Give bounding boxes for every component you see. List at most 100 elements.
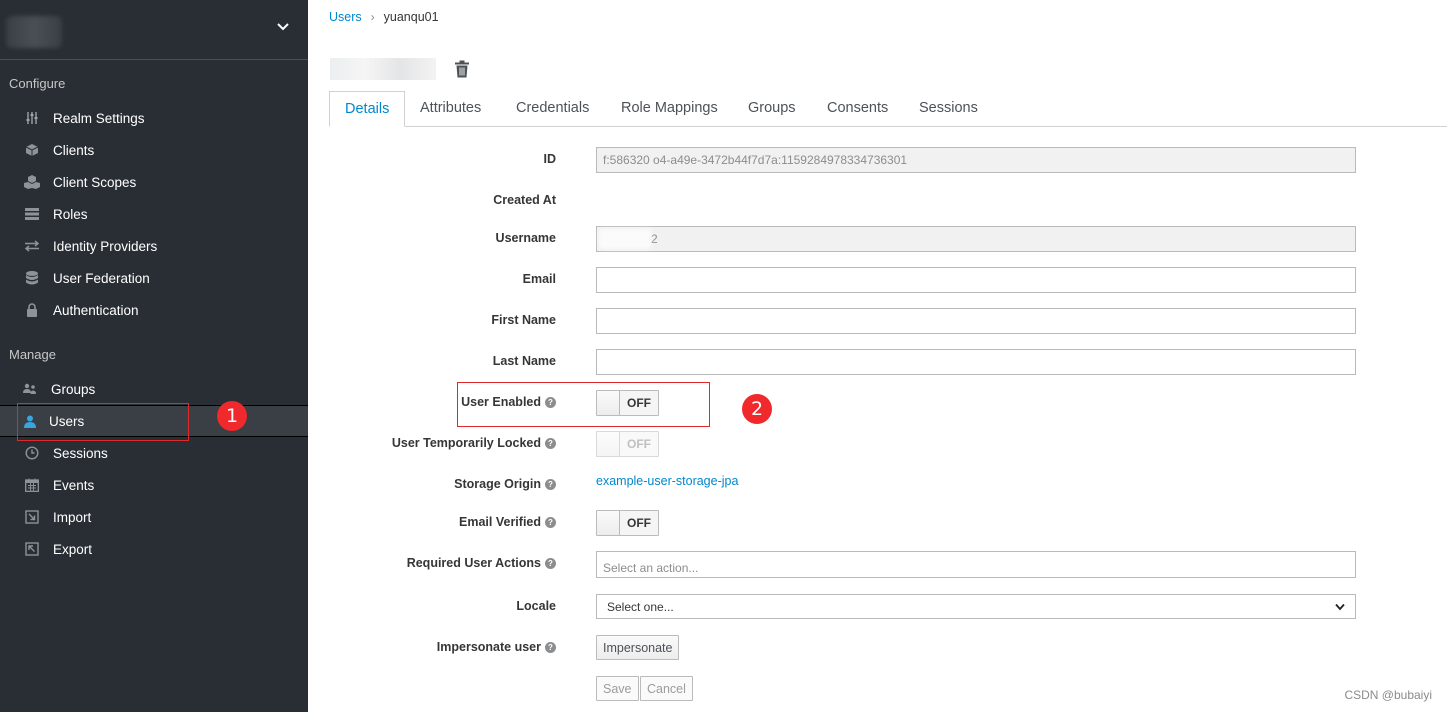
- temp-locked-label-text: User Temporarily Locked: [391, 436, 541, 450]
- export-icon: [24, 541, 40, 557]
- sidebar-item-roles[interactable]: Roles: [0, 198, 308, 230]
- calendar-icon: [24, 477, 40, 493]
- storage-origin-label-text: Storage Origin: [454, 477, 541, 491]
- sidebar-item-clients[interactable]: Clients: [0, 134, 308, 166]
- email-field[interactable]: [596, 267, 1356, 293]
- help-icon[interactable]: ?: [545, 516, 556, 528]
- sidebar-item-label: Import: [53, 509, 92, 525]
- help-icon[interactable]: ?: [545, 641, 556, 653]
- locale-label: Locale: [516, 599, 556, 613]
- required-actions-label: Required User Actions ?: [407, 556, 556, 570]
- tab-credentials[interactable]: Credentials: [501, 91, 604, 127]
- sidebar-item-groups[interactable]: Groups: [0, 373, 308, 405]
- sidebar-item-label: Client Scopes: [53, 174, 137, 190]
- breadcrumb: Users › yuanqu01: [329, 10, 439, 24]
- sidebar-item-label: Events: [53, 477, 95, 493]
- tab-sessions[interactable]: Sessions: [904, 91, 993, 127]
- watermark: CSDN @bubaiyi: [1344, 688, 1432, 702]
- email-verified-toggle[interactable]: OFF: [596, 510, 659, 536]
- impersonate-label: Impersonate user ?: [437, 640, 556, 654]
- main-content: Users › yuanqu01 Details Attributes Cred…: [308, 0, 1447, 712]
- username-field: 2: [596, 226, 1356, 252]
- email-verified-label: Email Verified ?: [459, 515, 556, 529]
- sidebar-item-label: Sessions: [53, 445, 108, 461]
- first-name-label: First Name: [491, 313, 556, 327]
- breadcrumb-users-link[interactable]: Users: [329, 10, 362, 24]
- impersonate-label-text: Impersonate user: [436, 640, 541, 654]
- required-actions-input[interactable]: Select an action...: [596, 551, 1356, 578]
- sidebar-item-sessions[interactable]: Sessions: [0, 437, 308, 469]
- first-name-field[interactable]: [596, 308, 1356, 334]
- impersonate-button[interactable]: Impersonate: [596, 635, 680, 660]
- id-label: ID: [543, 152, 557, 166]
- sidebar-item-label: User Federation: [53, 270, 150, 286]
- chevron-down-icon[interactable]: [276, 20, 290, 34]
- tab-attributes[interactable]: Attributes: [405, 91, 496, 127]
- sliders-icon: [24, 110, 40, 126]
- exchange-icon: [24, 238, 40, 254]
- database-icon: [24, 270, 40, 286]
- required-actions-label-text: Required User Actions: [406, 556, 541, 570]
- sidebar-item-client-scopes[interactable]: Client Scopes: [0, 166, 308, 198]
- chevron-down-icon: [1335, 603, 1345, 610]
- tab-details[interactable]: Details: [329, 91, 406, 127]
- locale-selected-value: Select one...: [607, 599, 674, 614]
- help-icon[interactable]: ?: [545, 557, 556, 569]
- id-field: f:586320 o4-a49e-3472b44f7d7a:1159284978…: [596, 147, 1356, 173]
- sidebar-item-label: Roles: [53, 206, 88, 222]
- sidebar-item-label: Groups: [51, 381, 96, 397]
- sidebar-item-export[interactable]: Export: [0, 533, 308, 565]
- sidebar-item-label: Realm Settings: [53, 110, 145, 126]
- realm-selector[interactable]: [0, 0, 308, 60]
- realm-name-blurred: [6, 16, 62, 48]
- tab-role-mappings[interactable]: Role Mappings: [606, 91, 733, 127]
- annotation-marker-2: 2: [742, 394, 772, 424]
- sidebar-item-label: Identity Providers: [53, 238, 158, 254]
- last-name-field[interactable]: [596, 349, 1356, 375]
- sidebar-item-import[interactable]: Import: [0, 501, 308, 533]
- sidebar-item-label: Clients: [53, 142, 95, 158]
- help-icon[interactable]: ?: [545, 437, 556, 449]
- users-icon: [22, 381, 38, 397]
- trash-icon[interactable]: [454, 60, 470, 78]
- annotation-box-user-enabled: [457, 382, 710, 427]
- breadcrumb-separator-icon: ›: [370, 10, 375, 24]
- created-at-label: Created At: [493, 193, 556, 207]
- save-button[interactable]: Save: [596, 676, 639, 701]
- sidebar: Configure Realm Settings Clients Client …: [0, 0, 308, 712]
- annotation-box-users: [17, 403, 189, 441]
- tab-groups[interactable]: Groups: [733, 91, 811, 127]
- username-label: Username: [495, 231, 556, 245]
- last-name-label: Last Name: [492, 354, 556, 368]
- username-value: 2: [651, 232, 658, 246]
- sidebar-item-authentication[interactable]: Authentication: [0, 294, 308, 326]
- toggle-state: OFF: [620, 511, 658, 535]
- sidebar-item-label: Authentication: [53, 302, 139, 318]
- breadcrumb-current: yuanqu01: [383, 10, 439, 24]
- list-icon: [24, 206, 40, 222]
- tab-consents[interactable]: Consents: [812, 91, 903, 127]
- toggle-knob: [597, 432, 620, 456]
- cancel-button[interactable]: Cancel: [640, 676, 693, 701]
- storage-origin-link[interactable]: example-user-storage-jpa: [596, 474, 738, 488]
- locale-select[interactable]: Select one...: [596, 594, 1356, 619]
- clock-icon: [24, 445, 40, 461]
- sidebar-item-events[interactable]: Events: [0, 469, 308, 501]
- lock-icon: [24, 302, 40, 318]
- email-verified-label-text: Email Verified: [459, 515, 541, 529]
- email-label: Email: [522, 272, 556, 286]
- username-blur-mask: [599, 229, 651, 249]
- user-tabs: Details Attributes Credentials Role Mapp…: [329, 91, 1447, 127]
- storage-origin-label: Storage Origin ?: [454, 477, 556, 491]
- sidebar-item-user-federation[interactable]: User Federation: [0, 262, 308, 294]
- annotation-marker-1: 1: [217, 401, 247, 431]
- help-icon[interactable]: ?: [545, 478, 556, 490]
- cubes-icon: [24, 174, 40, 190]
- temp-locked-label: User Temporarily Locked ?: [392, 436, 556, 450]
- sidebar-item-realm-settings[interactable]: Realm Settings: [0, 102, 308, 134]
- cube-icon: [24, 142, 40, 158]
- page-title-blurred: [330, 58, 436, 80]
- configure-section-title: Configure: [9, 76, 66, 91]
- temp-locked-toggle: OFF: [596, 431, 659, 457]
- sidebar-item-identity-providers[interactable]: Identity Providers: [0, 230, 308, 262]
